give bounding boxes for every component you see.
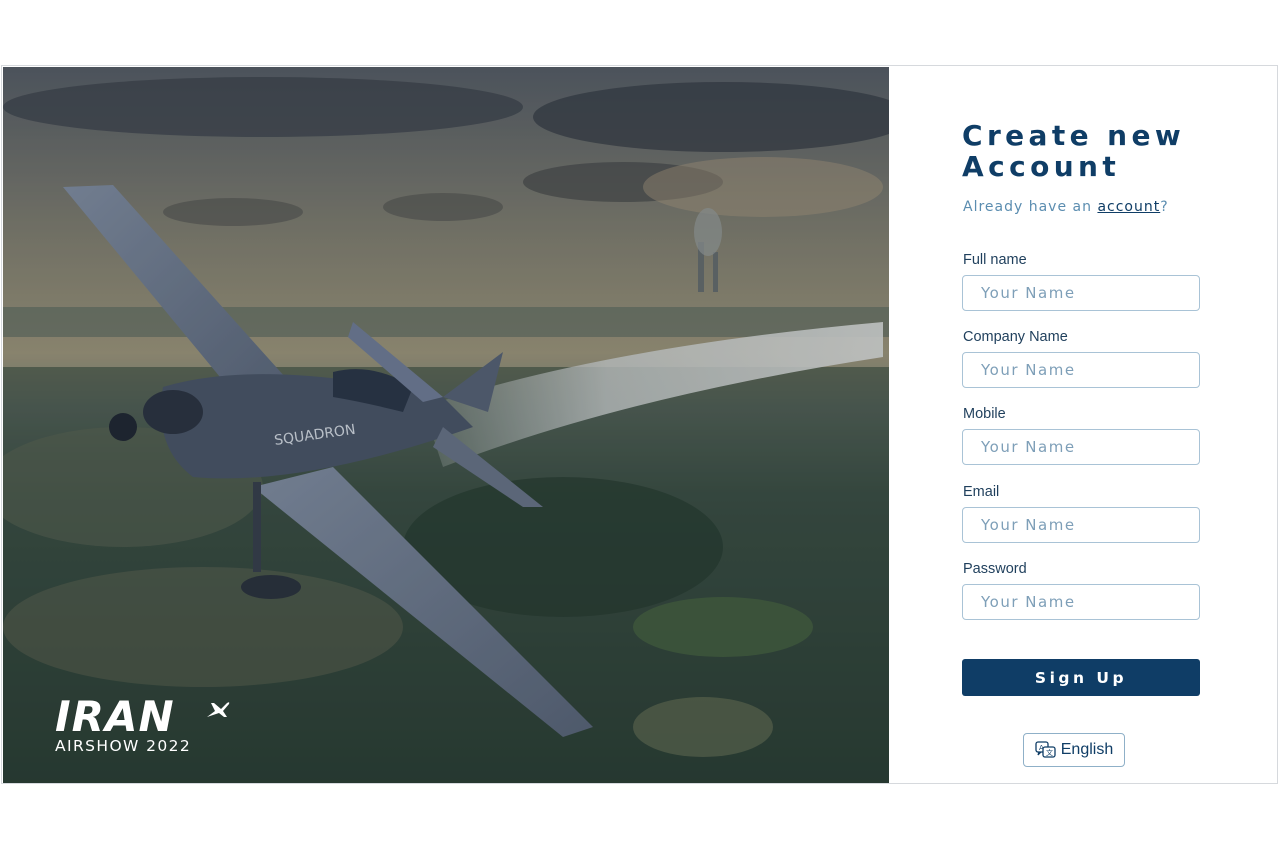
airshow-logo: IRAN AIRSHOW 2022 <box>55 696 245 755</box>
login-prompt-text: Already have an <box>963 199 1098 215</box>
logo-subtitle: AIRSHOW 2022 <box>55 737 192 755</box>
password-input[interactable] <box>962 584 1200 620</box>
company-name-label: Company Name <box>963 329 1068 345</box>
mobile-label: Mobile <box>963 406 1006 422</box>
password-label: Password <box>963 561 1027 577</box>
svg-text:A: A <box>1039 744 1044 752</box>
airshow-photo: SQUADRON <box>3 67 889 783</box>
translate-icon: A 文 <box>1035 741 1056 758</box>
full-name-input[interactable] <box>962 275 1200 311</box>
title-line-2: Account <box>962 150 1121 183</box>
sign-up-button[interactable]: Sign Up <box>962 659 1200 696</box>
title-line-1: Create new <box>962 119 1186 152</box>
language-label: English <box>1060 741 1114 758</box>
signup-card: SQUADRON IRAN AIRSHOW 2022 Create new Ac… <box>1 65 1278 784</box>
login-link[interactable]: account <box>1097 199 1160 215</box>
login-prompt-suffix: ? <box>1160 199 1169 215</box>
login-prompt: Already have an account? <box>963 199 1169 215</box>
svg-text:文: 文 <box>1046 748 1053 757</box>
email-label: Email <box>963 484 1000 500</box>
language-selector[interactable]: A 文 English <box>1023 733 1125 767</box>
full-name-label: Full name <box>963 252 1027 268</box>
company-name-input[interactable] <box>962 352 1200 388</box>
signup-form-panel: Create new Account Already have an accou… <box>889 66 1279 785</box>
form-title: Create new Account <box>962 120 1262 182</box>
airplane-icon <box>207 702 230 717</box>
email-input[interactable] <box>962 507 1200 543</box>
hero-image: SQUADRON IRAN AIRSHOW 2022 <box>3 67 889 783</box>
mobile-input[interactable] <box>962 429 1200 465</box>
